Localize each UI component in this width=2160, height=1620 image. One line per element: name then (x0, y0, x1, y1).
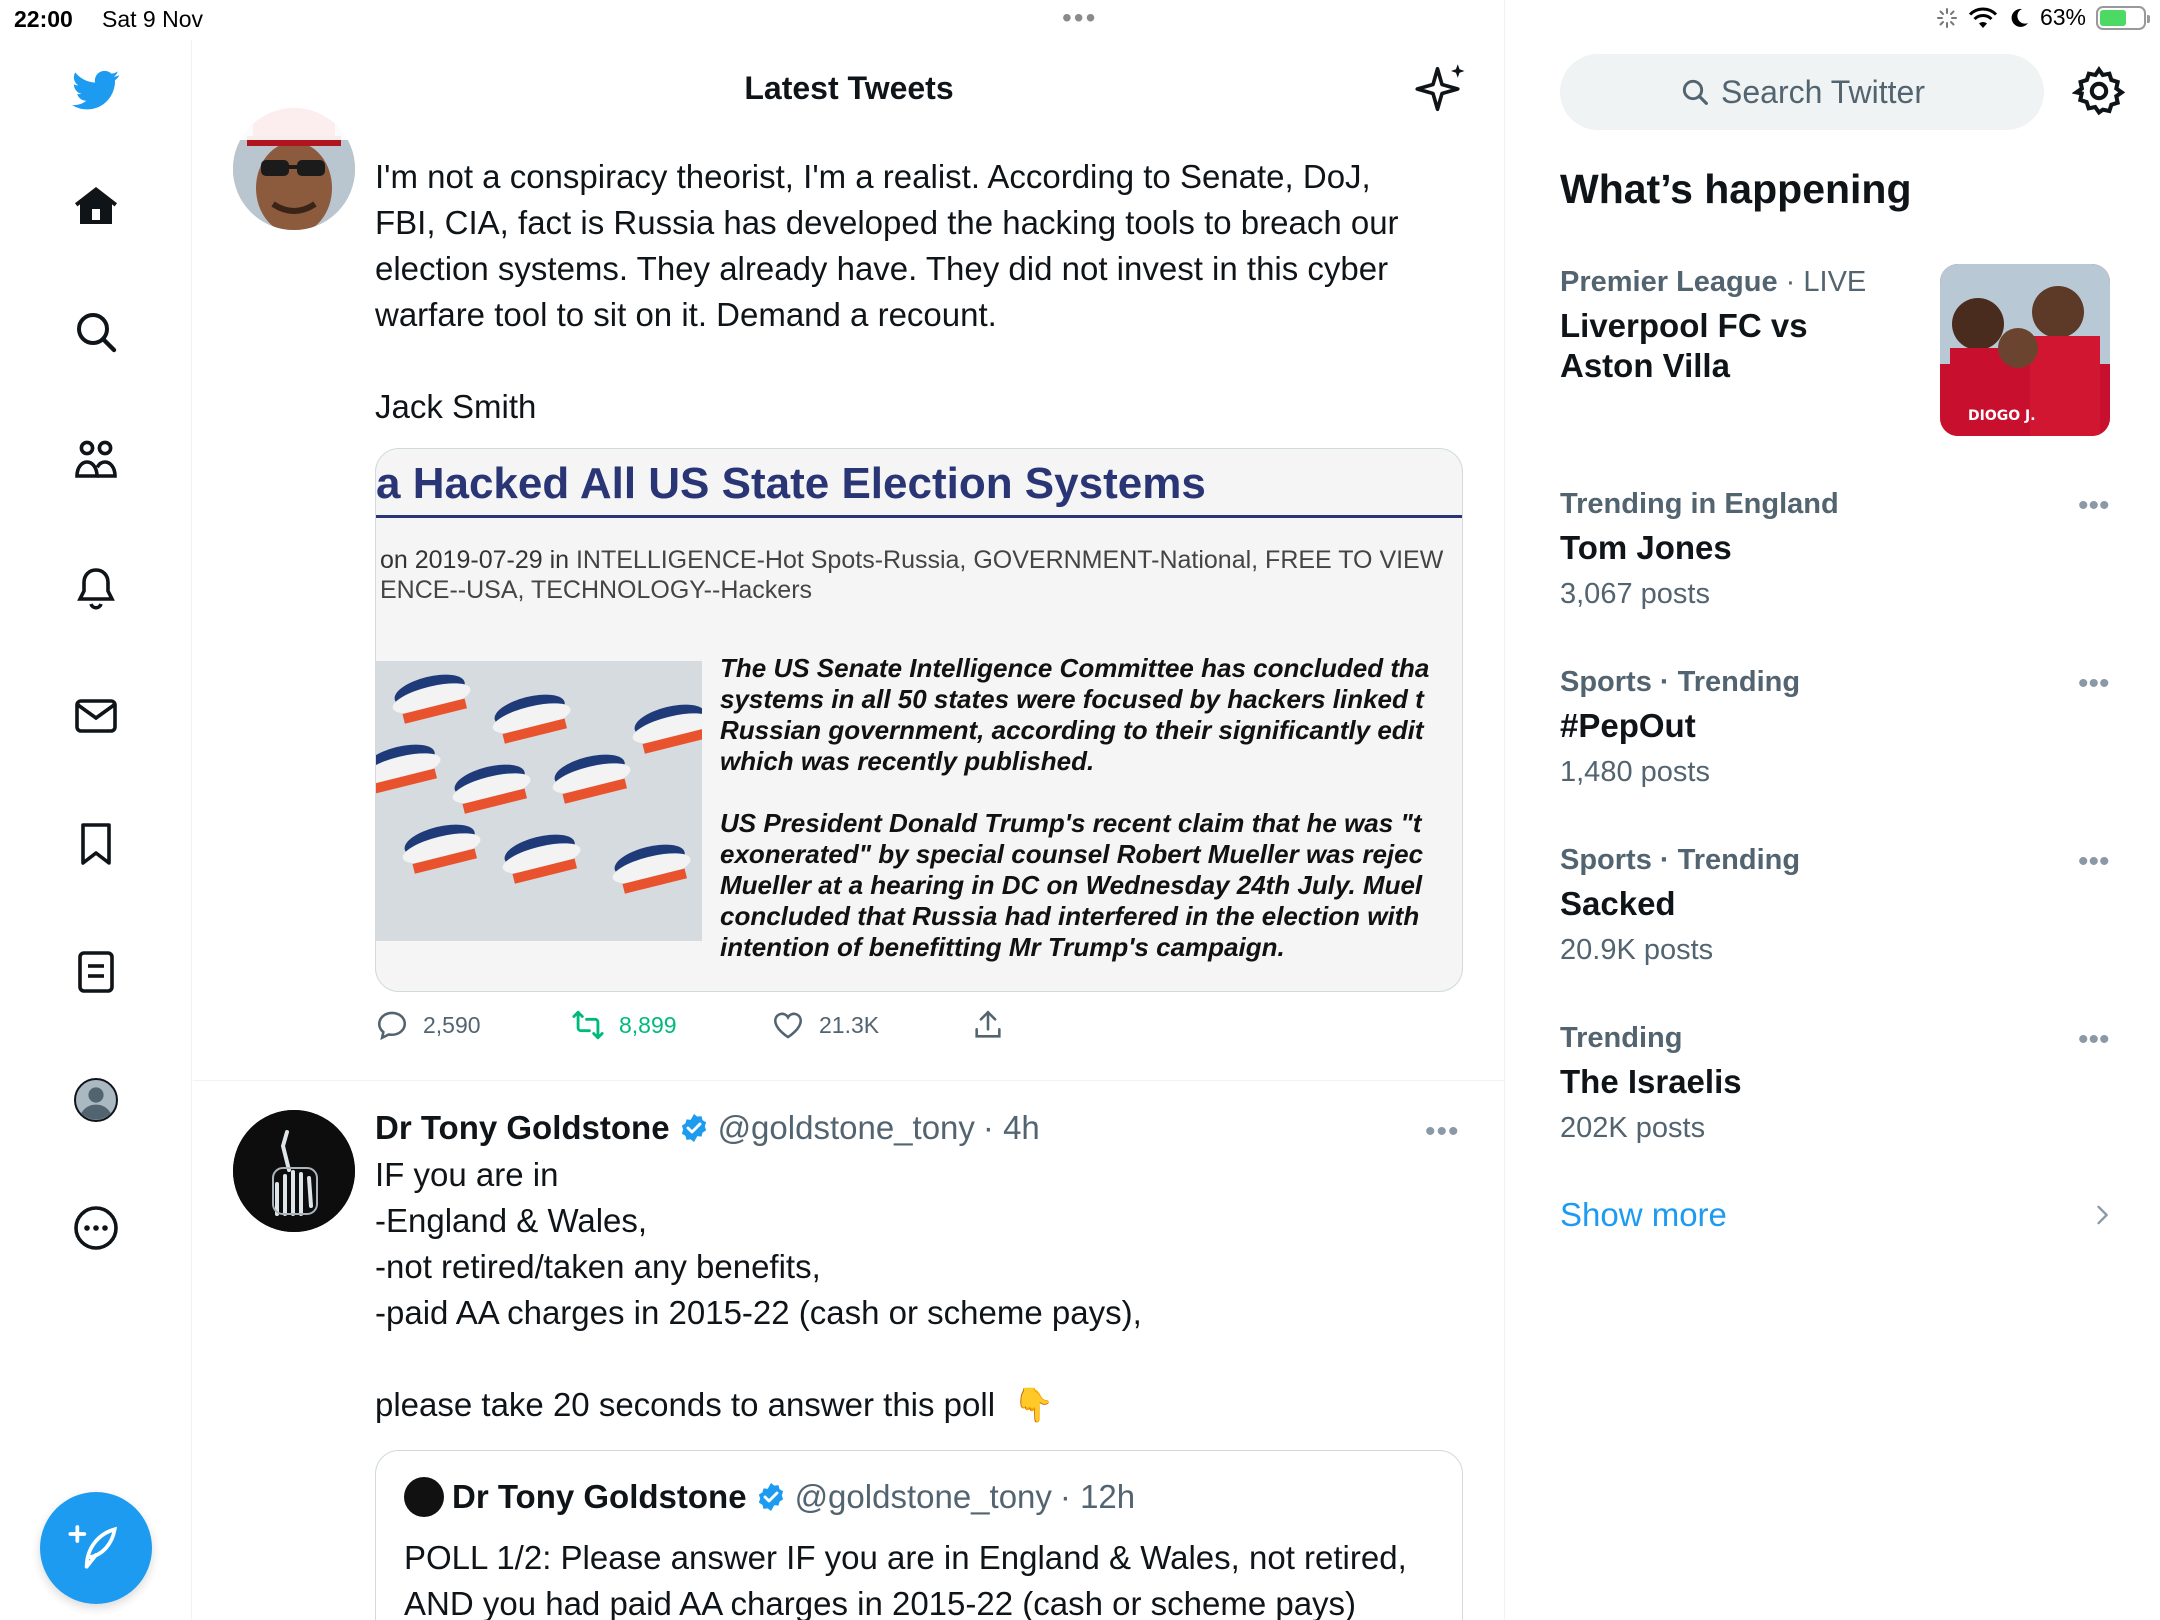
lists-icon[interactable] (66, 942, 126, 1002)
trend-item[interactable]: Trending in England Tom Jones 3,067 post… (1560, 484, 2120, 614)
tweet-time: · 4h (982, 1109, 1040, 1146)
retweet-count: 8,899 (619, 1011, 677, 1038)
card-headline: a Hacked All US State Election Systems (376, 459, 1206, 508)
trend-image-liverpool: DIOGO J. (1940, 264, 2110, 436)
status-time: 22:00 (14, 6, 73, 32)
trend-name: Liverpool FC vs Aston Villa (1560, 307, 1808, 384)
page-title: Latest Tweets (744, 70, 954, 106)
profile-icon[interactable] (66, 1070, 126, 1130)
more-icon[interactable] (66, 1198, 126, 1258)
trend-name: The Israelis (1560, 1063, 1742, 1100)
trend-more-icon[interactable]: ••• (2078, 847, 2110, 877)
avatar-thumbs-up-xray (233, 1110, 355, 1232)
timeline: I'm not a conspiracy theorist, I'm a rea… (193, 0, 1505, 1620)
trend-count: 1,480 posts (1560, 756, 1710, 788)
quoted-author-avatar (404, 1477, 444, 1517)
sparkle-icon[interactable] (1415, 62, 1469, 116)
bookmarks-icon[interactable] (66, 814, 126, 874)
card-meta-categories-2: ENCE--USA, TECHNOLOGY--Hackers (380, 576, 813, 604)
card-meta-date: on 2019-07-29 in (380, 546, 576, 574)
chevron-right-icon[interactable] (2088, 1200, 2116, 1230)
compose-tweet-button[interactable] (40, 1492, 152, 1604)
tweet-author-handle[interactable]: @goldstone_tony (718, 1106, 975, 1150)
like-count: 21.3K (819, 1011, 880, 1038)
quoted-tweet-text: POLL 1/2: Please answer IF you are in En… (404, 1539, 1407, 1620)
messages-icon[interactable] (66, 686, 126, 746)
quoted-author-handle: @goldstone_tony (794, 1478, 1052, 1515)
share-icon (975, 1010, 1001, 1038)
tweet-divider (193, 1080, 1504, 1081)
show-more-link[interactable]: Show more (1560, 1196, 1727, 1234)
heart-icon (773, 1012, 803, 1039)
retweet-button[interactable]: 8,899 (571, 1008, 677, 1042)
share-button[interactable] (971, 1008, 1005, 1042)
communities-icon[interactable] (66, 430, 126, 490)
trend-item[interactable]: Sports · Trending #PepOut 1,480 posts (1560, 662, 2120, 792)
trend-name: Tom Jones (1560, 529, 1732, 566)
status-date: Sat 9 Nov (102, 6, 203, 32)
quoted-author-name: Dr Tony Goldstone (452, 1478, 747, 1515)
trend-image-caption: DIOGO J. (1968, 408, 2036, 424)
card-body-text: The US Senate Intelligence Committee has… (720, 653, 1430, 962)
trend-more-icon[interactable]: ••• (2078, 491, 2110, 521)
trend-count: 3,067 posts (1560, 578, 1710, 610)
retweet-icon (572, 1010, 604, 1040)
tweet-more-icon[interactable]: ••• (1425, 1117, 1460, 1147)
timeline-header: Latest Tweets (193, 40, 1504, 140)
reply-button[interactable]: 2,590 (375, 1008, 481, 1042)
trend-item[interactable]: Sports · Trending Sacked 20.9K posts (1560, 840, 2120, 970)
right-sidebar: Search Twitter What’s happening Premier … (1506, 0, 2160, 1620)
quoted-tweet[interactable]: Dr Tony Goldstone @goldstone_tony · 12h … (375, 1450, 1463, 1620)
verified-badge-icon (758, 1483, 783, 1511)
tweet-header: Dr Tony Goldstone @goldstone_tony · 4h (375, 1106, 1040, 1150)
card-divider (376, 515, 1462, 518)
trend-category: Sports · Trending (1560, 844, 1801, 876)
notifications-icon[interactable] (66, 558, 126, 618)
twitter-logo-icon[interactable] (66, 60, 126, 120)
trend-item[interactable]: Premier League · LIVE Liverpool FC vs As… (1560, 262, 1940, 386)
trend-count: 202K posts (1560, 1112, 1706, 1144)
whats-happening-title: What’s happening (1560, 166, 1912, 212)
tweet-author-name[interactable]: Dr Tony Goldstone (375, 1106, 670, 1150)
home-icon[interactable] (66, 176, 126, 236)
reply-icon (377, 1011, 407, 1041)
reply-count: 2,590 (423, 1011, 481, 1038)
trend-name: Sacked (1560, 885, 1676, 922)
compose-feather-icon (68, 1525, 117, 1569)
trend-category: Trending in England (1560, 488, 1839, 520)
tweet-text: IF you are in -England & Wales, -not ret… (375, 1156, 1142, 1423)
trend-more-icon[interactable]: ••• (2078, 669, 2110, 699)
settings-gear-icon[interactable] (2072, 64, 2126, 118)
trend-category: Sports · Trending (1560, 666, 1801, 698)
verified-badge-icon (681, 1114, 706, 1142)
card-meta-categories: INTELLIGENCE-Hot Spots-Russia, GOVERNMEN… (575, 546, 1444, 574)
search-icon (1682, 79, 1708, 105)
left-navigation (0, 40, 192, 1620)
trend-more-icon[interactable]: ••• (2078, 1025, 2110, 1055)
card-image-voted-stickers (376, 661, 702, 941)
link-card[interactable]: a Hacked All US State Election Systems o… (375, 448, 1463, 992)
tweet-actions: 2,590 8,899 21.3K (375, 1008, 1275, 1052)
trend-count: 20.9K posts (1560, 934, 1714, 966)
card-meta: on 2019-07-29 in INTELLIGENCE-Hot Spots-… (380, 545, 1443, 605)
quoted-tweet-time: · 12h (1059, 1478, 1136, 1515)
trend-item[interactable]: Trending The Israelis 202K posts (1560, 1018, 2120, 1148)
like-button[interactable]: 21.3K (771, 1008, 879, 1042)
quoted-tweet-header: Dr Tony Goldstone @goldstone_tony · 12h (404, 1477, 1135, 1517)
tweet-author-avatar[interactable] (233, 1110, 355, 1232)
trend-name: #PepOut (1560, 707, 1696, 744)
tweet-text: I'm not a conspiracy theorist, I'm a rea… (375, 158, 1399, 425)
search-input[interactable]: Search Twitter (1560, 54, 2044, 130)
search-icon[interactable] (66, 302, 126, 362)
trend-category: Trending (1560, 1022, 1683, 1054)
search-placeholder: Search Twitter (1721, 73, 1925, 110)
trend-category: Premier League · LIVE (1560, 266, 1867, 298)
